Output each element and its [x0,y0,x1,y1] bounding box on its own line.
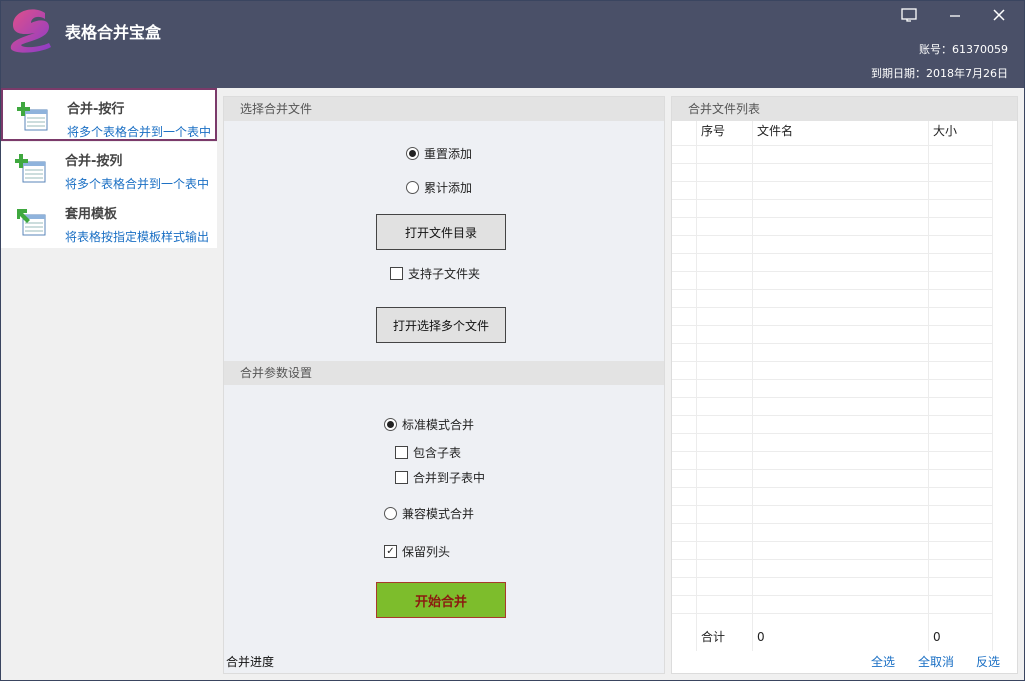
minimize-button[interactable] [937,3,973,27]
sidebar-item-merge-by-row[interactable]: 合并-按行 将多个表格合并到一个表中 [1,88,217,141]
column-header-size[interactable]: 大小 [928,121,992,145]
checkbox-label: 保留列头 [402,545,451,559]
checkbox-label: 合并到子表中 [413,471,486,485]
radio-label: 累计添加 [424,181,473,195]
checkbox-support-subfolder[interactable]: 支持子文件夹 [390,265,480,282]
sidebar-item-title: 合并-按行 [67,102,125,117]
open-multiple-files-button[interactable]: 打开选择多个文件 [376,307,506,343]
file-table-sum-row: 合计 0 0 [672,627,992,649]
select-files-header: 选择合并文件 [224,97,664,121]
checkbox-indicator[interactable]: ✓ [384,545,397,558]
title-bar: 表格合并宝盒 账号：61370059 到期日期：2018年7月26日 [1,1,1024,88]
sidebar-item-desc: 将多个表格合并到一个表中 [65,177,210,191]
radio-accumulate-add[interactable]: 累计添加 [406,179,472,196]
radio-compat-mode[interactable]: 兼容模式合并 [384,505,474,522]
sidebar-item-desc: 将表格按指定模板样式输出 [65,230,210,244]
checkbox-indicator[interactable] [390,267,403,280]
checkbox-indicator[interactable] [395,471,408,484]
file-table-body[interactable] [672,145,992,625]
sidebar: 合并-按行 将多个表格合并到一个表中 合并-按列 将多个表格合并到一个表中 套用… [1,88,217,680]
merge-params-header: 合并参数设置 [224,361,664,385]
column-header-filename[interactable]: 文件名 [752,121,928,145]
sidebar-item-title: 合并-按列 [65,154,123,169]
sum-label: 合计 [701,630,726,644]
expire-date-label: 到期日期：2018年7月26日 [871,67,1008,80]
sidebar-item-desc: 将多个表格合并到一个表中 [67,125,212,139]
select-all-link[interactable]: 全选 [871,653,895,670]
radio-indicator[interactable] [384,418,397,431]
close-button[interactable] [981,3,1017,27]
sidebar-item-title: 套用模板 [65,207,118,222]
merge-progress-label: 合并进度 [226,655,275,669]
file-list-panel: 合并文件列表 序号 文件名 大小 合计 0 0 全选 全取消 反选 [671,96,1018,674]
add-table-icon [17,102,48,131]
column-header-index[interactable]: 序号 [696,121,752,145]
account-label: 账号：61370059 [919,43,1008,56]
app-window: 表格合并宝盒 账号：61370059 到期日期：2018年7月26日 合并-按行… [0,0,1025,681]
grid-divider [928,121,929,651]
grid-divider [696,121,697,651]
radio-label: 重置添加 [424,147,473,161]
app-title: 表格合并宝盒 [65,23,162,42]
app-logo-icon [10,9,52,53]
checkbox-indicator[interactable] [395,446,408,459]
invert-selection-link[interactable]: 反选 [976,653,1000,670]
radio-label: 兼容模式合并 [402,507,475,521]
open-directory-button[interactable]: 打开文件目录 [376,214,506,250]
checkbox-keep-header[interactable]: ✓ 保留列头 [384,543,450,560]
deselect-all-link[interactable]: 全取消 [918,653,954,670]
radio-label: 标准模式合并 [402,418,475,432]
checkbox-label: 支持子文件夹 [408,267,481,281]
restore-button[interactable] [891,3,927,27]
template-table-icon [17,209,46,236]
sidebar-item-apply-template[interactable]: 套用模板 将表格按指定模板样式输出 [1,195,217,248]
radio-reset-add[interactable]: 重置添加 [406,145,472,162]
start-merge-button[interactable]: 开始合并 [376,582,506,618]
file-list-header: 合并文件列表 [672,97,1017,121]
checkbox-include-subsheet[interactable]: 包含子表 [395,444,461,461]
grid-divider [992,121,993,651]
radio-indicator[interactable] [406,147,419,160]
checkbox-label: 包含子表 [413,446,462,460]
restore-icon [901,8,917,22]
checkbox-merge-to-subsheet[interactable]: 合并到子表中 [395,469,485,486]
radio-indicator[interactable] [406,181,419,194]
close-icon [993,9,1005,21]
sidebar-item-merge-by-column[interactable]: 合并-按列 将多个表格合并到一个表中 [1,142,217,195]
sum-size: 0 [933,630,941,644]
grid-divider [752,121,753,651]
radio-standard-mode[interactable]: 标准模式合并 [384,416,474,433]
merge-settings-panel: 选择合并文件 重置添加 累计添加 打开文件目录 支持子文件夹 打开选择多个文件 … [223,96,665,674]
sum-count: 0 [757,630,765,644]
file-table-header: 序号 文件名 大小 [672,121,992,145]
add-table-icon [15,154,46,183]
radio-indicator[interactable] [384,507,397,520]
minimize-icon [950,15,960,17]
